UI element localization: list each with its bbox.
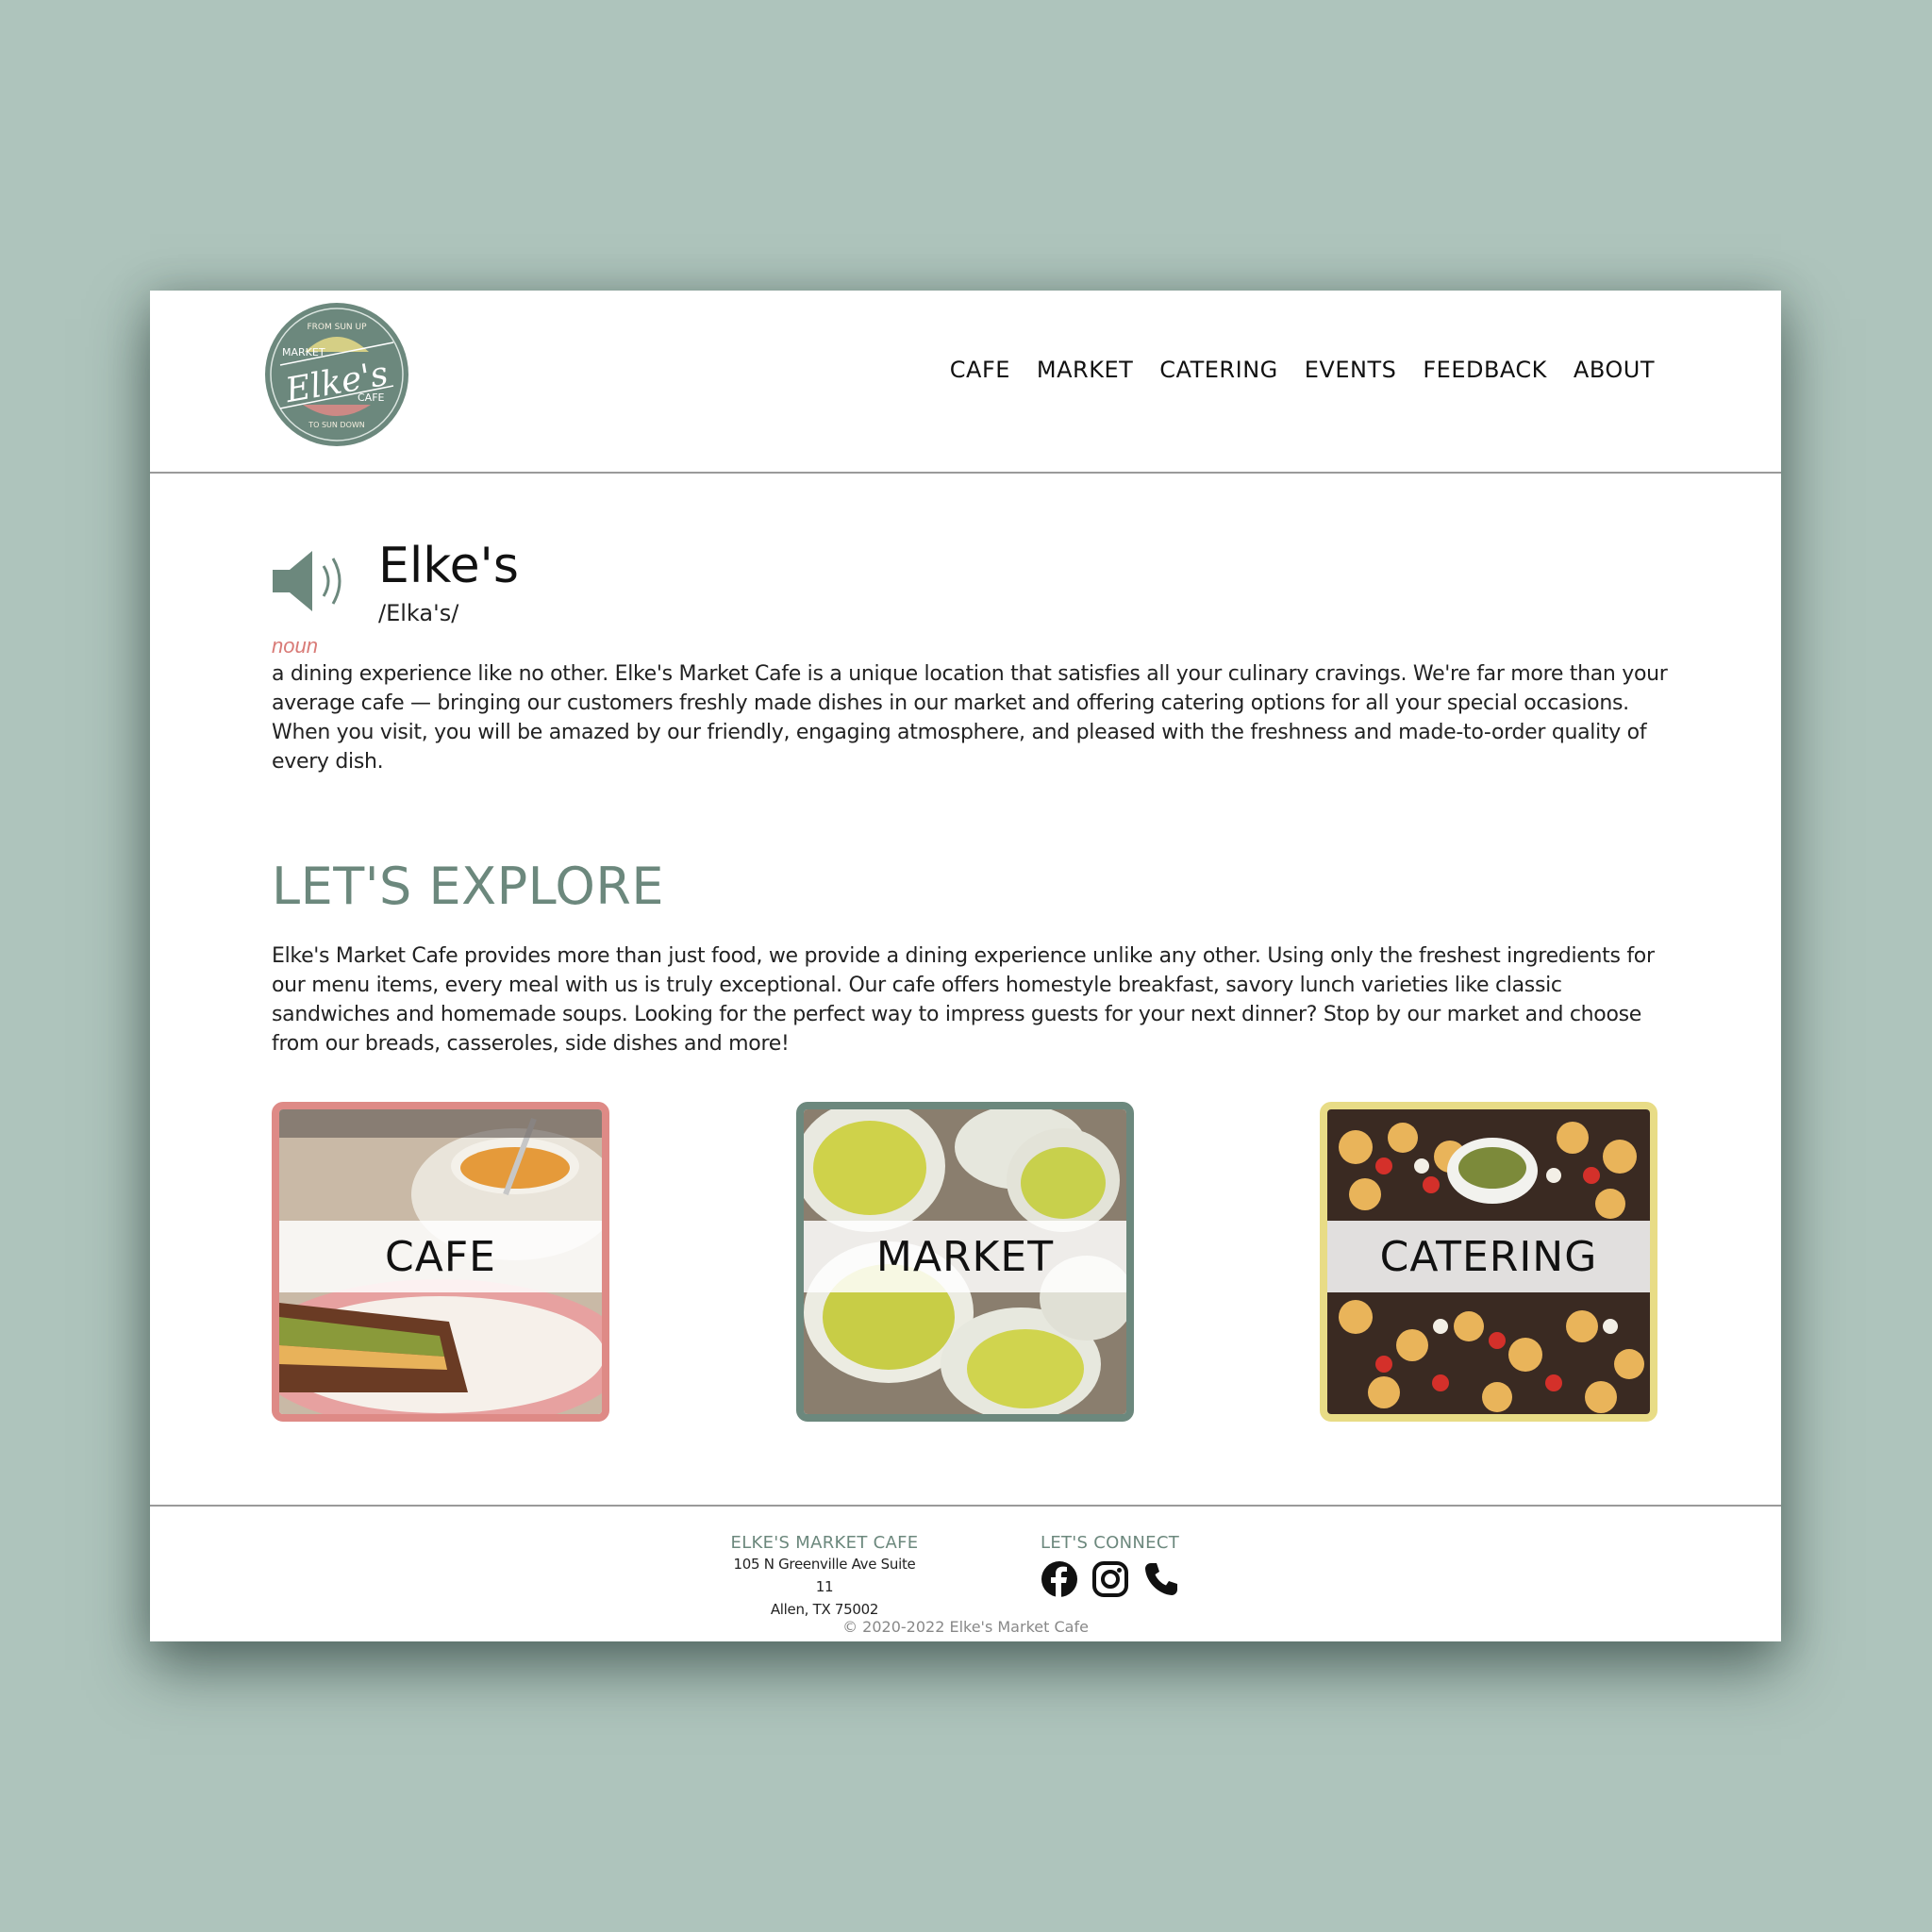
nav-cafe[interactable]: CAFE	[950, 357, 1010, 383]
social-links	[1041, 1560, 1180, 1598]
logo[interactable]: FROM SUN UP MARKET Elke's CAFE TO SUN DO…	[265, 303, 408, 446]
definition-part-of-speech: noun	[272, 634, 318, 658]
card-market-band: MARKET	[804, 1221, 1126, 1292]
footer-heading-connect: LET'S CONNECT	[1041, 1533, 1179, 1553]
explore-text: Elke's Market Cafe provides more than ju…	[272, 944, 1655, 1056]
card-cafe-band: CAFE	[279, 1221, 602, 1292]
card-catering-band: CATERING	[1327, 1221, 1650, 1292]
card-catering[interactable]: CATERING	[1320, 1102, 1657, 1422]
nav-catering[interactable]: CATERING	[1159, 357, 1277, 383]
footer-contact: ELKE'S MARKET CAFE 105 N Greenville Ave …	[725, 1533, 924, 1621]
footer-address-line1: 105 N Greenville Ave Suite 11	[733, 1556, 916, 1595]
card-cafe-label: CAFE	[385, 1232, 496, 1281]
definition-text: a dining experience like no other. Elke'…	[272, 662, 1668, 774]
logo-top-text: FROM SUN UP	[307, 323, 367, 332]
nav-market[interactable]: MARKET	[1037, 357, 1133, 383]
logo-right-text: CAFE	[358, 391, 385, 404]
explore-title: LET'S EXPLORE	[272, 857, 664, 916]
logo-bottom-text: TO SUN DOWN	[308, 421, 365, 429]
nav-about[interactable]: ABOUT	[1574, 357, 1655, 383]
facebook-icon[interactable]	[1041, 1560, 1078, 1598]
site-footer: ELKE'S MARKET CAFE 105 N Greenville Ave …	[150, 1505, 1781, 1643]
site-header: FROM SUN UP MARKET Elke's CAFE TO SUN DO…	[150, 291, 1781, 474]
instagram-icon[interactable]	[1091, 1560, 1129, 1598]
nav-feedback[interactable]: FEEDBACK	[1423, 357, 1547, 383]
card-market-label: MARKET	[875, 1232, 1055, 1281]
definition-pronunciation: /Elka's/	[378, 600, 459, 626]
nav-events[interactable]: EVENTS	[1305, 357, 1397, 383]
copyright: © 2020-2022 Elke's Market Cafe	[842, 1618, 1089, 1636]
speaker-icon[interactable]	[271, 547, 354, 615]
card-catering-label: CATERING	[1379, 1232, 1598, 1281]
website-page: FROM SUN UP MARKET Elke's CAFE TO SUN DO…	[150, 291, 1781, 1641]
card-market[interactable]: MARKET	[796, 1102, 1134, 1422]
footer-heading-cafe: ELKE'S MARKET CAFE	[730, 1533, 919, 1553]
card-cafe[interactable]: CAFE	[272, 1102, 609, 1422]
definition-word: Elke's	[378, 538, 519, 594]
main-nav: CAFE MARKET CATERING EVENTS FEEDBACK ABO…	[950, 357, 1655, 383]
footer-connect: LET'S CONNECT	[1041, 1533, 1180, 1598]
phone-icon[interactable]	[1142, 1560, 1180, 1598]
